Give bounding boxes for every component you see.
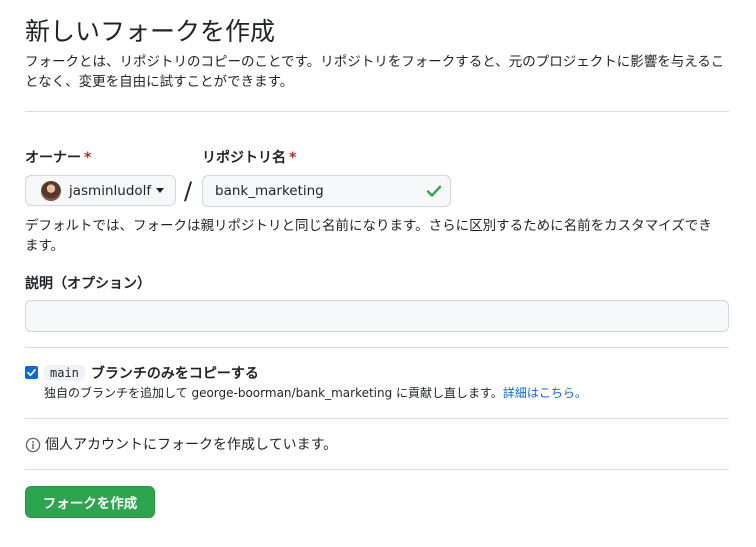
page-title: 新しいフォークを作成 xyxy=(25,17,276,46)
repo-required-mark: * xyxy=(289,150,297,166)
repo-name-label: リポジトリ名 * xyxy=(202,148,296,168)
page-subtitle: フォークとは、リポジトリのコピーのことです。リポジトリをフォークすると、元のプロ… xyxy=(25,54,725,90)
copy-branch-option[interactable]: main ブランチのみをコピーする xyxy=(44,363,259,383)
create-fork-button[interactable]: フォークを作成 xyxy=(25,486,155,518)
description-label: 説明（オプション） xyxy=(25,276,151,292)
owner-label: オーナー * xyxy=(25,148,91,168)
info-icon xyxy=(25,437,41,457)
repo-name-input[interactable] xyxy=(202,175,451,207)
check-icon xyxy=(426,183,442,203)
copy-branch-help: 独自のブランチを追加して george-boorman/bank_marketi… xyxy=(44,384,587,402)
divider xyxy=(25,347,729,348)
copy-branch-help-text: 独自のブランチを追加して george-boorman/bank_marketi… xyxy=(44,386,503,400)
learn-more-link[interactable]: 詳細はこちら。 xyxy=(503,386,587,400)
caret-down-icon xyxy=(156,188,165,193)
account-info-text: 個人アカウントにフォークを作成しています。 xyxy=(45,437,338,453)
copy-main-branch-checkbox[interactable] xyxy=(25,366,38,379)
divider xyxy=(25,469,729,470)
owner-required-mark: * xyxy=(84,150,92,166)
copy-branch-label: ブランチのみをコピーする xyxy=(90,366,259,382)
owner-label-text: オーナー xyxy=(25,150,81,166)
checkmark-icon xyxy=(27,369,36,377)
branch-name: main xyxy=(44,365,85,381)
avatar xyxy=(41,180,61,201)
divider xyxy=(25,111,729,112)
owner-repo-separator: / xyxy=(184,177,193,205)
description-input[interactable] xyxy=(25,300,729,332)
repo-name-help: デフォルトでは、フォークは親リポジトリと同じ名前になります。さらに区別するために… xyxy=(25,218,712,254)
owner-name: jasminludolf xyxy=(69,182,152,199)
divider xyxy=(25,418,729,419)
owner-dropdown[interactable]: jasminludolf xyxy=(25,175,176,206)
repo-name-label-text: リポジトリ名 xyxy=(202,150,286,166)
